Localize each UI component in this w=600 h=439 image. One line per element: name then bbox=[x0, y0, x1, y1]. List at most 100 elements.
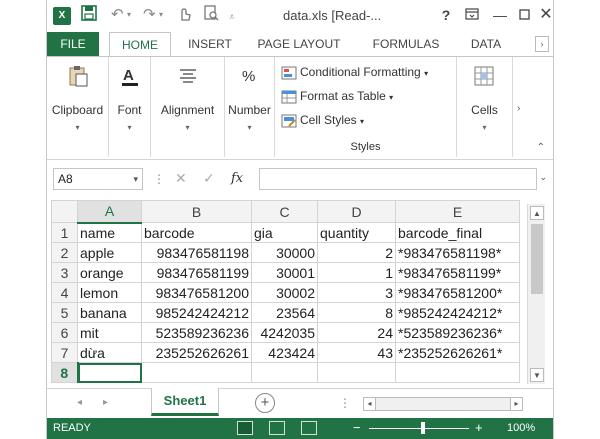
page-break-view-icon[interactable] bbox=[301, 421, 317, 435]
cell-b6[interactable]: 523589236236 bbox=[141, 322, 252, 343]
cell-b8[interactable] bbox=[141, 362, 252, 383]
expand-formula-bar-icon[interactable]: ⌄ bbox=[539, 172, 547, 183]
formula-bar-splitter-icon[interactable]: ⋮ bbox=[153, 172, 165, 186]
conditional-formatting-button[interactable]: Conditional Formatting ▾ bbox=[281, 65, 428, 80]
worksheet-grid[interactable]: ABCDE 1 name barcode gia quantity barcode_fin… bbox=[51, 200, 527, 386]
scroll-right-icon[interactable]: ▸ bbox=[510, 398, 522, 410]
cell-e7[interactable]: *235252626261* bbox=[395, 342, 520, 363]
cell-b4[interactable]: 983476581200 bbox=[141, 282, 252, 303]
add-sheet-button[interactable]: + bbox=[255, 393, 275, 413]
collapse-ribbon-icon[interactable]: ⌃ bbox=[537, 142, 545, 153]
zoom-level[interactable]: 100% bbox=[507, 422, 535, 434]
redo-icon[interactable]: ↷ bbox=[143, 5, 156, 25]
cell-c6[interactable]: 4242035 bbox=[251, 322, 318, 343]
row-header-3[interactable]: 3 bbox=[51, 262, 78, 283]
cell-c7[interactable]: 423424 bbox=[251, 342, 318, 363]
alignment-group[interactable]: Alignment ▾ bbox=[151, 57, 225, 157]
column-header-a[interactable]: A bbox=[77, 200, 142, 224]
scroll-up-icon[interactable]: ▲ bbox=[530, 206, 544, 220]
column-header-e[interactable]: E bbox=[395, 200, 520, 223]
sheet-prev-icon[interactable]: ◂ bbox=[77, 397, 82, 408]
cell-a5[interactable]: banana bbox=[77, 302, 142, 323]
row-header-5[interactable]: 5 bbox=[51, 302, 78, 323]
cell-e5[interactable]: *985242424212* bbox=[395, 302, 520, 323]
cell-e4[interactable]: *983476581200* bbox=[395, 282, 520, 303]
cell-e8[interactable] bbox=[395, 362, 520, 383]
cell-b2[interactable]: 983476581198 bbox=[141, 242, 252, 263]
scroll-left-icon[interactable]: ◂ bbox=[364, 398, 376, 410]
select-all-corner[interactable] bbox=[51, 200, 78, 223]
insert-function-icon[interactable]: fx bbox=[231, 171, 243, 186]
ribbon-display-icon[interactable] bbox=[461, 4, 483, 26]
cell-d7[interactable]: 43 bbox=[317, 342, 396, 363]
undo-icon[interactable]: ↶ bbox=[111, 5, 124, 25]
hscroll-splitter-icon[interactable]: ⋮ bbox=[339, 396, 351, 410]
redo-dropdown-icon[interactable]: ▾ bbox=[159, 5, 163, 25]
print-preview-icon[interactable] bbox=[203, 5, 219, 27]
cell-c5[interactable]: 23564 bbox=[251, 302, 318, 323]
tab-file[interactable]: FILE bbox=[47, 32, 99, 56]
cell-d5[interactable]: 8 bbox=[317, 302, 396, 323]
cancel-icon[interactable]: ✕ bbox=[175, 170, 187, 187]
tab-page-layout[interactable]: PAGE LAYOUT bbox=[251, 32, 347, 56]
cell-a1[interactable]: name bbox=[77, 222, 142, 243]
cell-a2[interactable]: apple bbox=[77, 242, 142, 263]
cell-c1[interactable]: gia bbox=[251, 222, 318, 243]
row-header-1[interactable]: 1 bbox=[51, 222, 78, 243]
cell-e1[interactable]: barcode_final bbox=[395, 222, 520, 243]
column-header-c[interactable]: C bbox=[251, 200, 318, 223]
name-box[interactable]: A8 ▾ bbox=[53, 168, 143, 190]
row-header-8[interactable]: 8 bbox=[51, 362, 79, 383]
normal-view-icon[interactable] bbox=[237, 421, 253, 435]
cell-b5[interactable]: 985242424212 bbox=[141, 302, 252, 323]
scroll-thumb[interactable] bbox=[531, 224, 543, 294]
cell-b3[interactable]: 983476581199 bbox=[141, 262, 252, 283]
tab-data[interactable]: DATA bbox=[459, 32, 513, 56]
enter-icon[interactable]: ✓ bbox=[203, 170, 215, 187]
customize-qat-icon[interactable]: ⩡ bbox=[229, 8, 235, 28]
font-group[interactable]: A Font ▾ bbox=[109, 57, 151, 157]
vertical-scrollbar[interactable]: ▲ ▼ bbox=[527, 204, 545, 384]
cell-e3[interactable]: *983476581199* bbox=[395, 262, 520, 283]
zoom-in-icon[interactable]: + bbox=[475, 420, 483, 435]
row-header-4[interactable]: 4 bbox=[51, 282, 78, 303]
cell-a8[interactable] bbox=[77, 362, 142, 383]
cell-c3[interactable]: 30001 bbox=[251, 262, 318, 283]
cell-a3[interactable]: orange bbox=[77, 262, 142, 283]
cell-a7[interactable]: dừa bbox=[77, 342, 142, 363]
cell-styles-button[interactable]: Cell Styles ▾ bbox=[281, 113, 364, 128]
cell-d2[interactable]: 2 bbox=[317, 242, 396, 263]
tab-formulas[interactable]: FORMULAS bbox=[365, 32, 447, 56]
sheet-next-icon[interactable]: ▸ bbox=[103, 397, 108, 408]
close-icon[interactable]: ✕ bbox=[535, 4, 557, 26]
touch-mode-icon[interactable] bbox=[177, 5, 193, 27]
cell-e6[interactable]: *523589236236* bbox=[395, 322, 520, 343]
cell-b7[interactable]: 235252626261 bbox=[141, 342, 252, 363]
cell-e2[interactable]: *983476581198* bbox=[395, 242, 520, 263]
column-header-b[interactable]: B bbox=[141, 200, 252, 223]
cell-d4[interactable]: 3 bbox=[317, 282, 396, 303]
zoom-out-icon[interactable]: − bbox=[353, 420, 361, 435]
row-header-7[interactable]: 7 bbox=[51, 342, 78, 363]
row-header-2[interactable]: 2 bbox=[51, 242, 78, 263]
tabs-scroll-right-icon[interactable]: › bbox=[535, 36, 549, 52]
cell-d1[interactable]: quantity bbox=[317, 222, 396, 243]
ribbon-scroll-right-icon[interactable]: › bbox=[517, 103, 520, 114]
minimize-icon[interactable]: — bbox=[489, 4, 511, 26]
zoom-slider[interactable] bbox=[369, 428, 469, 429]
clipboard-group[interactable]: Clipboard ▾ bbox=[47, 57, 109, 157]
zoom-slider-knob[interactable] bbox=[421, 422, 425, 434]
tab-home[interactable]: HOME bbox=[109, 32, 171, 57]
tab-insert[interactable]: INSERT bbox=[177, 32, 243, 56]
page-layout-view-icon[interactable] bbox=[269, 421, 285, 435]
cell-c2[interactable]: 30000 bbox=[251, 242, 318, 263]
cell-a4[interactable]: lemon bbox=[77, 282, 142, 303]
cell-d6[interactable]: 24 bbox=[317, 322, 396, 343]
cell-d8[interactable] bbox=[317, 362, 396, 383]
cells-group[interactable]: Cells ▾ bbox=[457, 57, 513, 157]
cell-c4[interactable]: 30002 bbox=[251, 282, 318, 303]
formula-input[interactable] bbox=[259, 168, 537, 190]
scroll-down-icon[interactable]: ▼ bbox=[530, 368, 544, 382]
chevron-down-icon[interactable]: ▾ bbox=[133, 169, 138, 189]
column-header-d[interactable]: D bbox=[317, 200, 396, 223]
